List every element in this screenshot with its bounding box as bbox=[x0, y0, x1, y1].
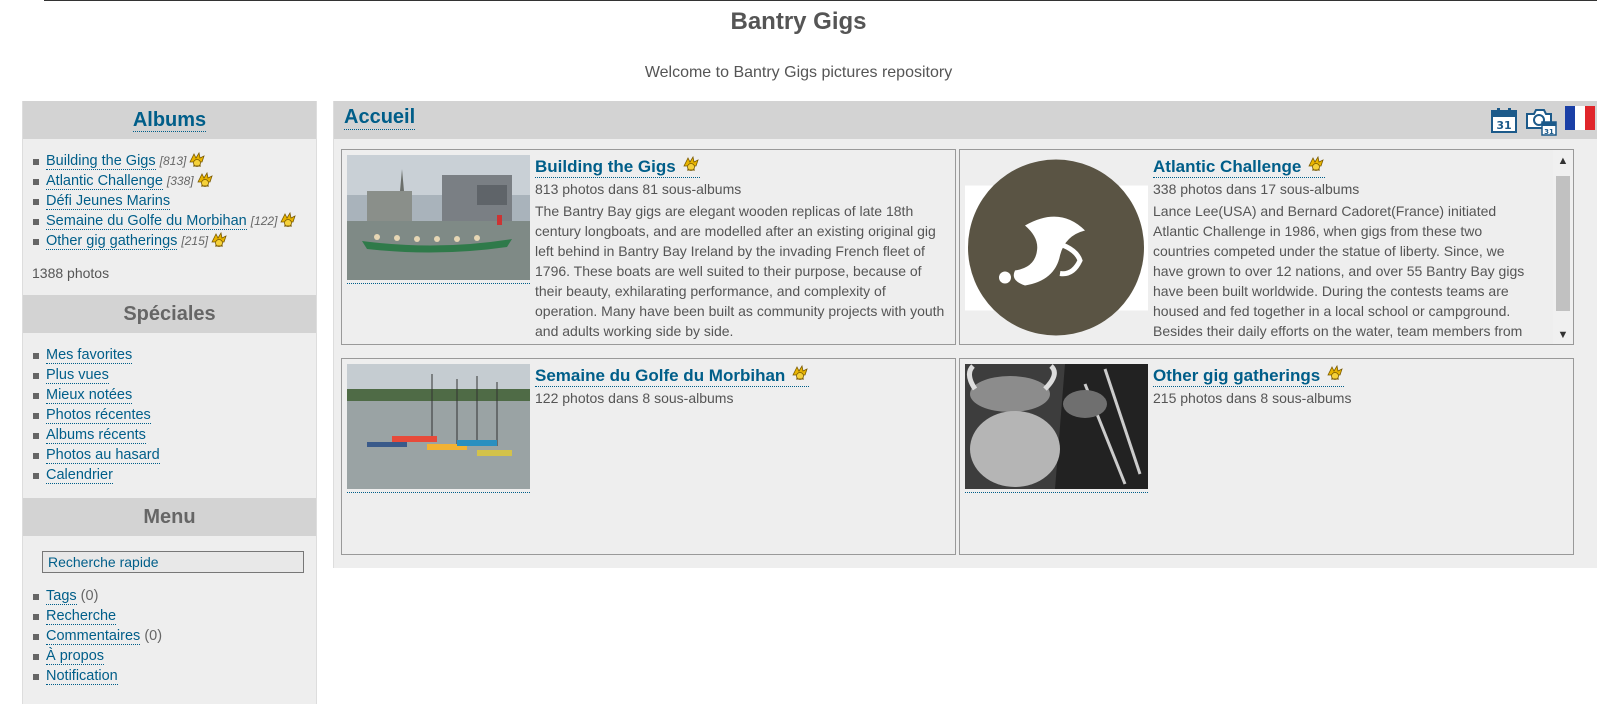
menu-comments-link[interactable]: Commentaires bbox=[46, 628, 141, 645]
album-link[interactable]: Atlantic Challenge bbox=[46, 173, 163, 190]
album-card-atlantic-challenge: Atlantic Challenge 338 photos dans 17 so… bbox=[959, 149, 1574, 345]
specials-favorites-link[interactable]: Mes favorites bbox=[46, 347, 133, 364]
album-photo-count: 338 photos dans 17 sous-albums bbox=[1153, 181, 1360, 197]
recent-badge-icon bbox=[791, 365, 809, 381]
album-title-link[interactable]: Semaine du Golfe du Morbihan bbox=[535, 365, 810, 387]
specials-most-viewed-link[interactable]: Plus vues bbox=[46, 367, 109, 384]
menu-search-link[interactable]: Recherche bbox=[46, 608, 117, 625]
album-card-building-the-gigs: Building the Gigs 813 photos dans 81 sou… bbox=[341, 149, 956, 345]
specials-item: Photos au hasard bbox=[33, 445, 316, 465]
sidebar-album-defi-jeunes-marins: Défi Jeunes Marins bbox=[33, 191, 316, 211]
quick-search-input[interactable] bbox=[42, 551, 304, 573]
menu-count: (0) bbox=[80, 588, 99, 604]
camera-calendar-icon[interactable]: 31 bbox=[1524, 106, 1558, 136]
album-title-link[interactable]: Building the Gigs bbox=[535, 156, 700, 178]
album-title-link[interactable]: Other gig gatherings bbox=[1153, 365, 1345, 387]
album-count: [122] bbox=[250, 214, 278, 228]
scroll-up-arrow-icon[interactable]: ▲ bbox=[1553, 152, 1573, 170]
specials-item: Mieux notées bbox=[33, 385, 316, 405]
specials-calendar-link[interactable]: Calendrier bbox=[46, 467, 113, 484]
site-subtitle: Welcome to Bantry Gigs pictures reposito… bbox=[644, 64, 953, 81]
specials-recent-albums-link[interactable]: Albums récents bbox=[46, 427, 146, 444]
album-photo-count: 813 photos dans 81 sous-albums bbox=[535, 181, 742, 197]
menu-heading: Menu bbox=[23, 498, 316, 536]
album-thumbnail[interactable] bbox=[965, 364, 1148, 489]
album-title-text: Other gig gatherings bbox=[1153, 366, 1321, 385]
albums-title-link[interactable]: Albums bbox=[132, 109, 207, 132]
recent-badge-icon bbox=[196, 172, 214, 188]
thumbnail-underline bbox=[347, 492, 530, 493]
specials-item: Photos récentes bbox=[33, 405, 316, 425]
album-count: [813] bbox=[159, 154, 187, 168]
recent-badge-icon bbox=[188, 152, 206, 168]
specials-item: Calendrier bbox=[33, 465, 316, 485]
recent-badge-icon bbox=[682, 156, 700, 172]
album-photo-count: 215 photos dans 8 sous-albums bbox=[1153, 390, 1352, 406]
menu-item: Tags (0) bbox=[33, 586, 316, 606]
scrollbar-thumb[interactable] bbox=[1556, 176, 1570, 311]
sidebar-album-building-the-gigs: Building the Gigs [813] bbox=[33, 151, 316, 171]
thumbnail-underline bbox=[347, 283, 530, 284]
menu-item: Notification bbox=[33, 666, 316, 686]
thumbnail-underline bbox=[965, 492, 1148, 493]
sidebar-album-atlantic-challenge: Atlantic Challenge [338] bbox=[33, 171, 316, 191]
menu-item: Recherche bbox=[33, 606, 316, 626]
album-thumbnail[interactable] bbox=[347, 364, 530, 489]
site-title: Bantry Gigs bbox=[730, 8, 867, 35]
specials-list: Mes favorites Plus vues Mieux notées Pho… bbox=[23, 333, 316, 485]
specials-item: Mes favorites bbox=[33, 345, 316, 365]
main-content: Accueil 31 31 Building the Gigs 813 phot… bbox=[333, 101, 1597, 568]
specials-item: Plus vues bbox=[33, 365, 316, 385]
menu-notification-link[interactable]: Notification bbox=[46, 668, 118, 685]
album-title-text: Atlantic Challenge bbox=[1153, 157, 1302, 176]
description-scrollbar[interactable]: ▲ ▼ bbox=[1553, 150, 1573, 344]
album-count: [215] bbox=[181, 234, 209, 248]
calendar-day-number: 31 bbox=[1496, 119, 1511, 132]
total-photos: 1388 photos bbox=[32, 265, 110, 281]
album-count: [338] bbox=[166, 174, 194, 188]
calendar-day-number: 31 bbox=[1544, 128, 1554, 136]
album-link[interactable]: Semaine du Golfe du Morbihan bbox=[46, 213, 247, 230]
album-card-semaine-du-golfe: Semaine du Golfe du Morbihan 122 photos … bbox=[341, 358, 956, 555]
sidebar: Albums Building the Gigs [813] Atlantic … bbox=[22, 101, 317, 704]
menu-about-link[interactable]: À propos bbox=[46, 648, 105, 665]
menu-item: Commentaires (0) bbox=[33, 626, 316, 646]
menu-item: À propos bbox=[33, 646, 316, 666]
album-card-other-gig-gatherings: Other gig gatherings 215 photos dans 8 s… bbox=[959, 358, 1574, 555]
recent-badge-icon bbox=[1326, 365, 1344, 381]
album-thumbnail[interactable] bbox=[965, 155, 1148, 341]
albums-list: Building the Gigs [813] Atlantic Challen… bbox=[23, 139, 316, 251]
scroll-down-arrow-icon[interactable]: ▼ bbox=[1553, 326, 1573, 344]
album-title-link[interactable]: Atlantic Challenge bbox=[1153, 156, 1326, 178]
breadcrumb[interactable]: Accueil bbox=[344, 106, 416, 130]
album-link[interactable]: Défi Jeunes Marins bbox=[46, 193, 171, 210]
album-thumbnail[interactable] bbox=[347, 155, 530, 280]
menu-tags-link[interactable]: Tags bbox=[46, 588, 77, 605]
specials-item: Albums récents bbox=[33, 425, 316, 445]
specials-heading: Spéciales bbox=[23, 295, 316, 333]
calendar-icon[interactable]: 31 bbox=[1490, 106, 1518, 134]
french-flag-icon[interactable] bbox=[1565, 106, 1595, 130]
album-title-text: Semaine du Golfe du Morbihan bbox=[535, 366, 786, 385]
menu-count: (0) bbox=[144, 628, 163, 644]
album-photo-count: 122 photos dans 8 sous-albums bbox=[535, 390, 734, 406]
recent-badge-icon bbox=[279, 212, 297, 228]
recent-badge-icon bbox=[210, 232, 228, 248]
album-title-text: Building the Gigs bbox=[535, 157, 676, 176]
specials-random-link[interactable]: Photos au hasard bbox=[46, 447, 160, 464]
specials-best-rated-link[interactable]: Mieux notées bbox=[46, 387, 133, 404]
album-description: Lance Lee(USA) and Bernard Cadoret(Franc… bbox=[1153, 203, 1525, 344]
recent-badge-icon bbox=[1307, 156, 1325, 172]
specials-recent-photos-link[interactable]: Photos récentes bbox=[46, 407, 151, 424]
album-link[interactable]: Building the Gigs bbox=[46, 153, 156, 170]
album-description: The Bantry Bay gigs are elegant wooden r… bbox=[535, 203, 945, 339]
sidebar-album-semaine-du-golfe: Semaine du Golfe du Morbihan [122] bbox=[33, 211, 316, 231]
album-link[interactable]: Other gig gatherings bbox=[46, 233, 178, 250]
title-bar: Accueil 31 31 bbox=[334, 101, 1597, 139]
albums-heading: Albums bbox=[23, 101, 316, 139]
menu-list: Tags (0) Recherche Commentaires (0) À pr… bbox=[23, 573, 316, 686]
sidebar-album-other-gig-gatherings: Other gig gatherings [215] bbox=[33, 231, 316, 251]
top-border bbox=[44, 0, 1597, 1]
